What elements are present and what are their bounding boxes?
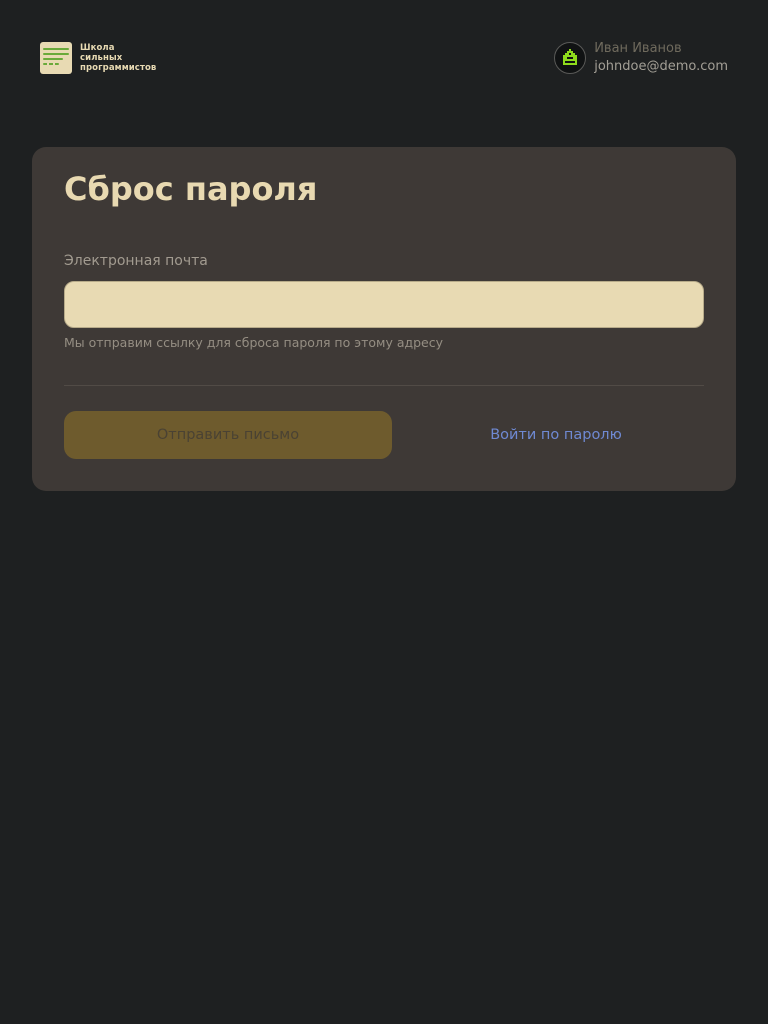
email-label: Электронная почта bbox=[64, 253, 208, 269]
school-logo-icon bbox=[40, 42, 72, 74]
logo-text-line: сильных bbox=[80, 53, 123, 63]
user-profile[interactable]: Иван Иванов johndoe@demo.com bbox=[554, 40, 728, 76]
page-title: Сброс пароля bbox=[64, 170, 318, 208]
divider bbox=[64, 385, 704, 386]
page-header: Школа сильных программистов Иван Иванов … bbox=[0, 0, 768, 118]
pixel-avatar-icon bbox=[563, 49, 578, 65]
logo-text-line: программистов bbox=[80, 63, 157, 73]
logo-link[interactable]: Школа сильных программистов bbox=[40, 42, 156, 74]
avatar[interactable] bbox=[554, 42, 587, 74]
password-reset-card: Сброс пароля Электронная почта Мы отправ… bbox=[32, 147, 736, 491]
send-email-button[interactable]: Отправить письмо bbox=[64, 411, 392, 459]
email-field[interactable] bbox=[64, 281, 704, 328]
login-with-password-link[interactable]: Войти по паролю bbox=[392, 411, 720, 459]
email-hint: Мы отправим ссылку для сброса пароля по … bbox=[64, 335, 444, 350]
user-email: johndoe@demo.com bbox=[594, 59, 728, 74]
logo-text: Школа сильных программистов bbox=[80, 43, 156, 73]
logo-text-line: Школа bbox=[80, 43, 115, 53]
user-name: Иван Иванов bbox=[594, 41, 682, 56]
user-info: Иван Иванов johndoe@demo.com bbox=[594, 40, 728, 76]
